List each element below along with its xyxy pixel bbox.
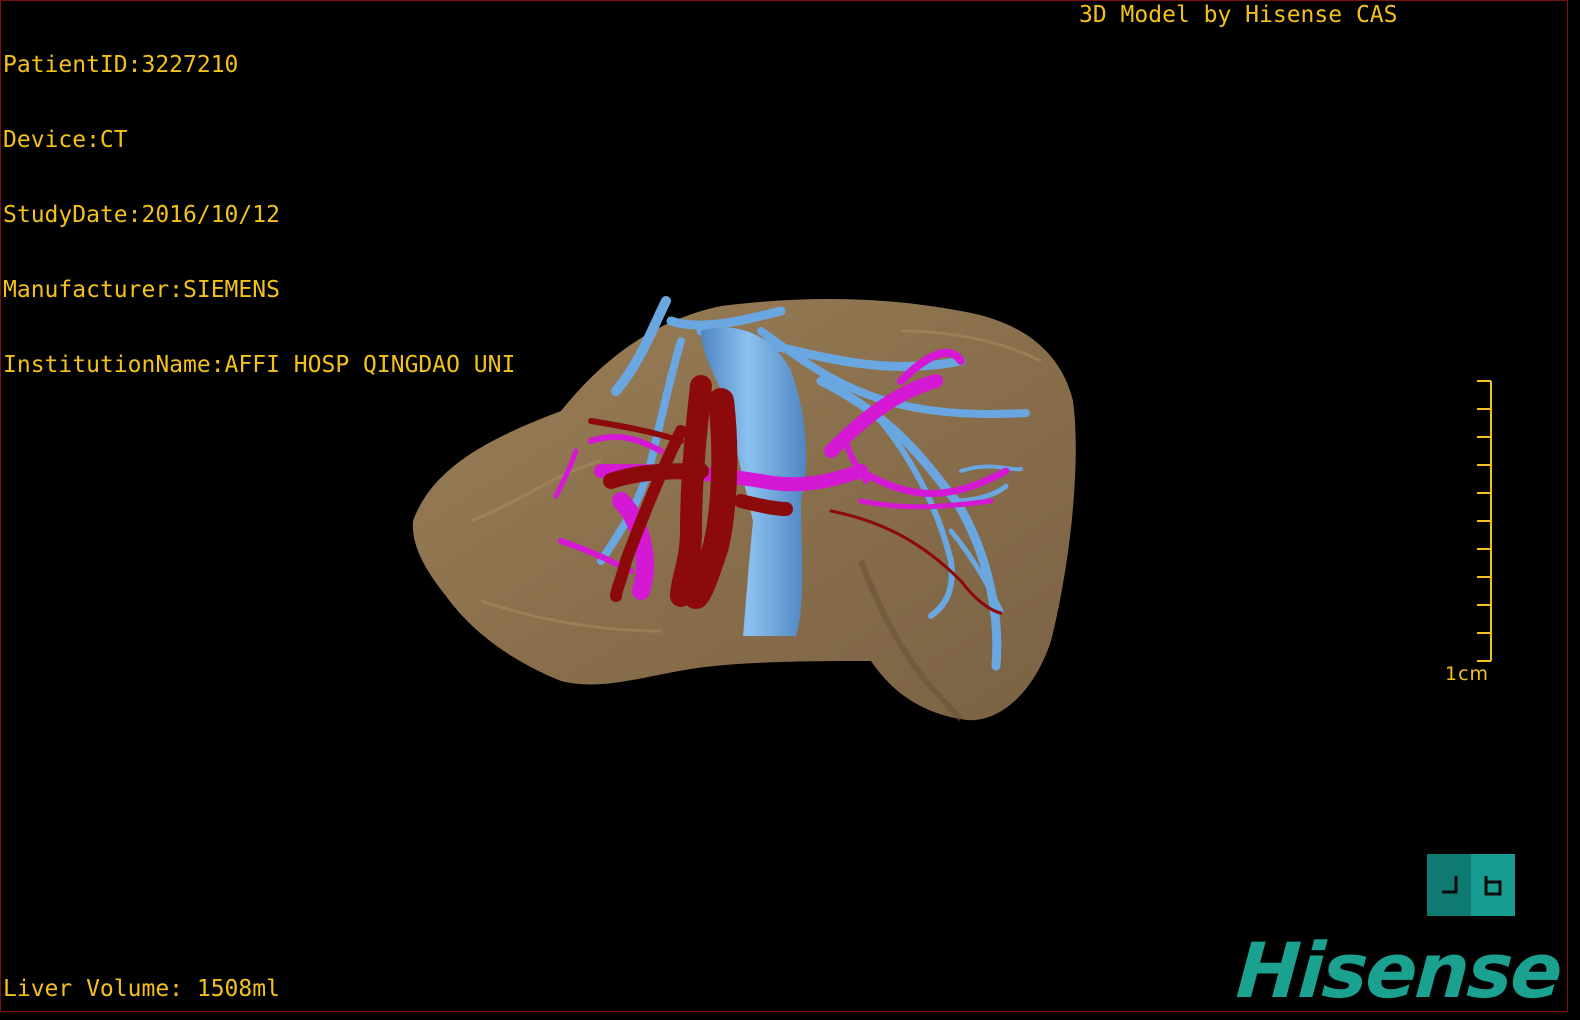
study-date-text: StudyDate:2016/10/12 (3, 202, 280, 228)
perspective-toggle-button[interactable] (1427, 854, 1515, 916)
manufacturer-text: Manufacturer:SIEMENS (3, 277, 280, 303)
liver-volume-text: Liver Volume: 1508ml (3, 976, 280, 1002)
device-text: Device:CT (3, 127, 128, 153)
perspective-toggle-icon (1427, 854, 1471, 916)
patient-info-overlay: PatientID:3227210 Device:CT StudyDate:20… (3, 3, 515, 428)
scale-label: 1cm (1445, 663, 1490, 685)
patient-id-text: PatientID:3227210 (3, 52, 239, 78)
perspective-toggle-icon-right (1471, 854, 1515, 916)
hisense-logo: Hisense (1233, 926, 1564, 1012)
institution-text: InstitutionName:AFFI HOSP QINGDAO UNI (3, 352, 516, 378)
scale-ruler (1477, 380, 1492, 662)
model-credit-text: 3D Model by Hisense CAS (1079, 2, 1398, 28)
3d-model-viewport[interactable]: PatientID:3227210 Device:CT StudyDate:20… (0, 0, 1568, 1012)
